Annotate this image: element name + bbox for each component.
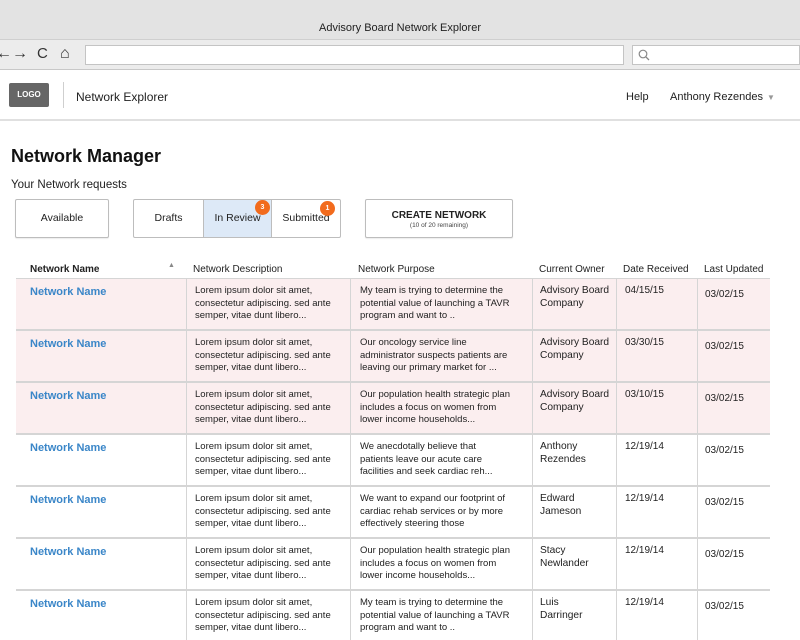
date-received: 12/19/14 bbox=[616, 435, 697, 485]
network-purpose: Our oncology service line administrator s… bbox=[350, 331, 532, 381]
col-network-name[interactable]: Network Name bbox=[30, 264, 99, 275]
col-date-received: Date Received bbox=[623, 264, 689, 275]
network-name-link[interactable]: Network Name bbox=[30, 442, 106, 492]
table-row[interactable]: Network Name Lorem ipsum dolor sit amet,… bbox=[16, 382, 770, 434]
create-network-label: CREATE NETWORK bbox=[391, 210, 487, 221]
submitted-count-badge: 1 bbox=[320, 201, 335, 216]
url-bar[interactable] bbox=[85, 45, 624, 65]
status-segmented-control: Drafts In Review Submitted bbox=[133, 199, 341, 238]
table-row[interactable]: Network Name Lorem ipsum dolor sit amet,… bbox=[16, 486, 770, 538]
last-updated: 03/02/15 bbox=[697, 331, 770, 381]
browser-titlebar: Advisory Board Network Explorer bbox=[0, 0, 800, 40]
current-owner: Anthony Rezendes bbox=[532, 435, 616, 485]
create-network-button[interactable]: CREATE NETWORK (10 of 20 remaining) bbox=[365, 199, 513, 238]
search-icon bbox=[638, 49, 650, 61]
last-updated: 03/02/15 bbox=[697, 591, 770, 640]
window-title: Advisory Board Network Explorer bbox=[318, 22, 481, 34]
network-description: Lorem ipsum dolor sit amet, consectetur a… bbox=[186, 487, 346, 537]
sort-icon[interactable]: ▲ bbox=[168, 262, 175, 269]
current-owner: Edward Jameson bbox=[532, 487, 616, 537]
network-purpose: Our population health strategic plan incl… bbox=[350, 539, 532, 589]
network-description: Lorem ipsum dolor sit amet, consectetur a… bbox=[186, 383, 346, 433]
date-received: 12/19/14 bbox=[616, 539, 697, 589]
network-description: Lorem ipsum dolor sit amet, consectetur a… bbox=[186, 539, 346, 589]
page-subtitle: Your Network requests bbox=[11, 179, 127, 191]
user-menu[interactable]: Anthony Rezendes ▼ bbox=[670, 91, 775, 103]
network-purpose: We want to expand our footprint of cardia… bbox=[350, 487, 532, 537]
date-received: 04/15/15 bbox=[616, 279, 697, 329]
col-network-purpose: Network Purpose bbox=[358, 264, 435, 275]
date-received: 12/19/14 bbox=[616, 591, 697, 640]
browser-toolbar: ← → C ⌂ bbox=[0, 40, 800, 70]
available-button[interactable]: Available bbox=[15, 199, 109, 238]
table-row[interactable]: Network Name Lorem ipsum dolor sit amet,… bbox=[16, 538, 770, 590]
network-description: Lorem ipsum dolor sit amet, consectetur a… bbox=[186, 435, 346, 485]
last-updated: 03/02/15 bbox=[697, 539, 770, 589]
network-purpose: My team is trying to determine the potent… bbox=[350, 279, 532, 329]
app-name: Network Explorer bbox=[76, 90, 169, 104]
create-network-remaining: (10 of 20 remaining) bbox=[409, 222, 469, 229]
current-owner: Stacy Newlander bbox=[532, 539, 616, 589]
page-title: Network Manager bbox=[11, 146, 162, 166]
current-owner: Luis Darringer bbox=[532, 591, 616, 640]
network-name-link[interactable]: Network Name bbox=[30, 494, 106, 544]
help-link[interactable]: Help bbox=[626, 91, 649, 103]
logo[interactable]: LOGO bbox=[9, 83, 49, 107]
last-updated: 03/02/15 bbox=[697, 383, 770, 433]
reload-icon[interactable]: C bbox=[37, 45, 48, 63]
drafts-tab[interactable]: Drafts bbox=[134, 200, 204, 237]
header-divider bbox=[63, 82, 64, 108]
date-received: 03/10/15 bbox=[616, 383, 697, 433]
col-last-updated: Last Updated bbox=[704, 264, 764, 275]
back-icon[interactable]: ← bbox=[0, 45, 12, 63]
forward-icon[interactable]: → bbox=[12, 45, 28, 63]
network-purpose: My team is trying to determine the potent… bbox=[350, 591, 532, 640]
chevron-down-icon: ▼ bbox=[766, 93, 775, 102]
in-review-count-badge: 3 bbox=[255, 200, 270, 215]
last-updated: 03/02/15 bbox=[697, 487, 770, 537]
table-row[interactable]: Network Name Lorem ipsum dolor sit amet,… bbox=[16, 330, 770, 382]
network-description: Lorem ipsum dolor sit amet, consectetur a… bbox=[186, 331, 346, 381]
home-icon[interactable]: ⌂ bbox=[60, 45, 70, 63]
current-owner: Advisory Board Company bbox=[532, 331, 616, 381]
network-description: Lorem ipsum dolor sit amet, consectetur a… bbox=[186, 591, 346, 640]
col-network-description: Network Description bbox=[193, 264, 283, 275]
col-current-owner: Current Owner bbox=[539, 264, 605, 275]
table-row[interactable]: Network Name Lorem ipsum dolor sit amet,… bbox=[16, 278, 770, 330]
date-received: 12/19/14 bbox=[616, 487, 697, 537]
network-name-link[interactable]: Network Name bbox=[30, 338, 106, 388]
app-header: LOGO Network Explorer Help Anthony Rezen… bbox=[0, 71, 800, 121]
network-purpose: Our population health strategic plan incl… bbox=[350, 383, 532, 433]
current-owner: Advisory Board Company bbox=[532, 279, 616, 329]
table-row[interactable]: Network Name Lorem ipsum dolor sit amet,… bbox=[16, 434, 770, 486]
network-description: Lorem ipsum dolor sit amet, consectetur a… bbox=[186, 279, 346, 329]
current-owner: Advisory Board Company bbox=[532, 383, 616, 433]
network-name-link[interactable]: Network Name bbox=[30, 598, 106, 640]
network-purpose: We anecdotally believe that patients leav… bbox=[350, 435, 532, 485]
network-name-link[interactable]: Network Name bbox=[30, 546, 106, 596]
network-name-link[interactable]: Network Name bbox=[30, 390, 106, 440]
date-received: 03/30/15 bbox=[616, 331, 697, 381]
network-name-link[interactable]: Network Name bbox=[30, 286, 106, 336]
table-row[interactable]: Network Name Lorem ipsum dolor sit amet,… bbox=[16, 590, 770, 640]
browser-search-input[interactable] bbox=[632, 45, 800, 65]
last-updated: 03/02/15 bbox=[697, 279, 770, 329]
table-header: Network Name ▲ Network Description Netwo… bbox=[16, 262, 770, 278]
last-updated: 03/02/15 bbox=[697, 435, 770, 485]
user-name: Anthony Rezendes bbox=[670, 91, 763, 103]
